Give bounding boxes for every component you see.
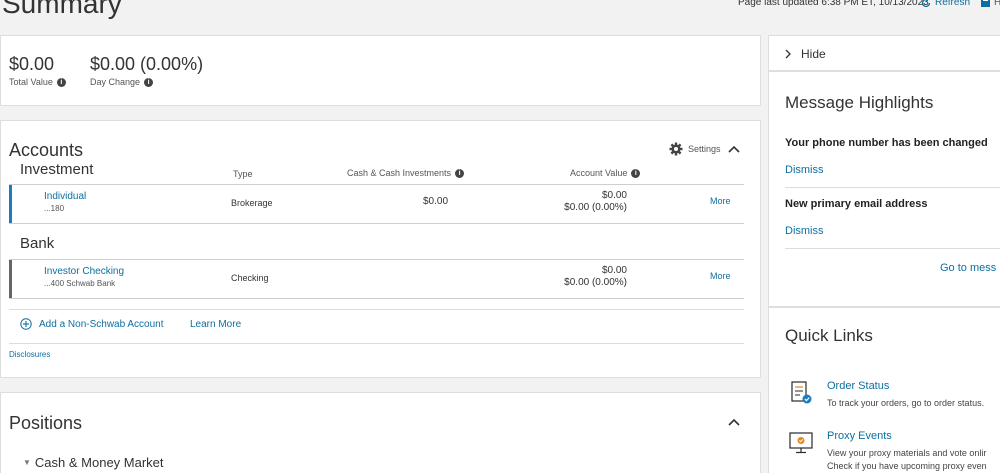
- column-header-cash: Cash & Cash Investments i: [347, 168, 465, 178]
- day-change-label: Day Change i: [90, 77, 154, 87]
- help-button[interactable]: He: [981, 0, 1000, 8]
- quick-links-title: Quick Links: [785, 326, 873, 345]
- order-status-link[interactable]: Order Status: [827, 380, 889, 392]
- chevron-up-icon[interactable]: [728, 145, 740, 153]
- column-header-type: Type: [233, 169, 253, 179]
- bank-section-title: Bank: [20, 235, 55, 252]
- hide-panel-bar: Hide: [768, 35, 1000, 71]
- accounts-title: Accounts: [9, 140, 84, 160]
- message-highlights-card: Message Highlights Your phone number has…: [768, 71, 1000, 307]
- account-type: Checking: [231, 273, 269, 283]
- total-value: $0.00: [9, 54, 55, 74]
- proxy-events-icon: [789, 432, 813, 454]
- learn-more-link[interactable]: Learn More: [190, 319, 241, 330]
- account-value: $0.00: [601, 190, 627, 201]
- account-name-link[interactable]: Investor Checking: [44, 266, 124, 277]
- message-text: Your phone number has been changed: [785, 137, 988, 149]
- divider: [785, 248, 1000, 249]
- group-label: Cash & Money Market: [34, 455, 164, 470]
- triangle-down-icon: ▼: [23, 458, 31, 467]
- column-header-value-label: Account Value: [570, 168, 628, 178]
- plus-circle-icon: [20, 318, 32, 330]
- positions-title: Positions: [9, 413, 83, 433]
- account-change: $0.00 (0.00%): [564, 277, 627, 288]
- refresh-button[interactable]: Refresh: [921, 0, 970, 8]
- hide-label: Hide: [801, 47, 826, 61]
- dismiss-link[interactable]: Dismiss: [785, 164, 824, 176]
- chevron-right-icon: [785, 49, 791, 59]
- total-value-label-text: Total Value: [9, 77, 53, 87]
- divider: [785, 187, 1000, 188]
- cash-money-market-toggle[interactable]: ▼ Cash & Money Market: [23, 455, 164, 470]
- help-label: He: [994, 0, 1000, 8]
- quick-links-card: Quick Links Order Status To track your o…: [768, 307, 1000, 473]
- info-icon[interactable]: i: [631, 168, 641, 178]
- table-row: Investor Checking ...400 Schwab Bank Che…: [9, 259, 744, 299]
- go-to-messages-link[interactable]: Go to mess: [940, 262, 996, 274]
- account-cash: $0.00: [423, 196, 449, 207]
- accounts-card: Accounts Settings Investment Type Cash &…: [0, 120, 761, 378]
- positions-card: Positions ▼ Cash & Money Market: [0, 392, 761, 473]
- table-row: Individual ...180 Brokerage $0.00 $0.00 …: [9, 184, 744, 224]
- refresh-label: Refresh: [935, 0, 971, 8]
- message-highlights-title: Message Highlights: [785, 93, 934, 112]
- account-type: Brokerage: [231, 198, 273, 208]
- help-icon: [981, 0, 990, 7]
- info-icon[interactable]: i: [144, 77, 154, 87]
- more-link[interactable]: More: [710, 271, 731, 281]
- day-change-label-text: Day Change: [90, 77, 141, 87]
- hide-button[interactable]: Hide: [785, 47, 826, 61]
- total-value-label: Total Value i: [9, 77, 66, 87]
- account-number: ...400 Schwab Bank: [44, 279, 116, 288]
- disclosures-link[interactable]: Disclosures: [9, 350, 50, 359]
- message-text: New primary email address: [785, 198, 928, 210]
- summary-card: $0.00 Total Value i $0.00 (0.00%) Day Ch…: [0, 35, 761, 106]
- more-link[interactable]: More: [710, 196, 731, 206]
- account-value: $0.00: [601, 265, 627, 276]
- add-account-button[interactable]: Add a Non-Schwab Account: [20, 318, 164, 330]
- refresh-icon: [921, 0, 931, 7]
- info-icon[interactable]: i: [455, 168, 465, 178]
- row-accent: [9, 185, 12, 223]
- account-change: $0.00 (0.00%): [564, 202, 627, 213]
- order-status-icon: [791, 381, 812, 404]
- settings-label: Settings: [688, 144, 721, 154]
- last-updated-text: Page last updated 6:38 PM ET, 10/13/2023: [738, 0, 929, 8]
- investment-section-title: Investment: [20, 161, 94, 178]
- row-accent: [9, 260, 12, 298]
- day-change: $0.00 (0.00%): [90, 54, 204, 74]
- divider: [9, 343, 744, 344]
- account-number: ...180: [44, 204, 65, 213]
- info-icon[interactable]: i: [56, 77, 66, 87]
- order-status-desc: To track your orders, go to order status…: [827, 398, 985, 408]
- dismiss-link[interactable]: Dismiss: [785, 225, 824, 237]
- proxy-events-link[interactable]: Proxy Events: [827, 430, 892, 442]
- column-header-value: Account Value i: [570, 168, 641, 178]
- settings-button[interactable]: Settings: [669, 142, 721, 156]
- proxy-events-desc-2: Check if you have upcoming proxy even: [827, 461, 987, 471]
- add-account-label: Add a Non-Schwab Account: [39, 318, 164, 330]
- chevron-up-icon[interactable]: [728, 418, 740, 426]
- proxy-events-desc: View your proxy materials and vote onlir: [827, 448, 987, 458]
- page-title: Summary: [2, 0, 122, 19]
- account-name-link[interactable]: Individual: [44, 191, 86, 202]
- column-header-cash-label: Cash & Cash Investments: [347, 168, 452, 178]
- gear-icon: [669, 142, 683, 156]
- divider: [9, 309, 744, 310]
